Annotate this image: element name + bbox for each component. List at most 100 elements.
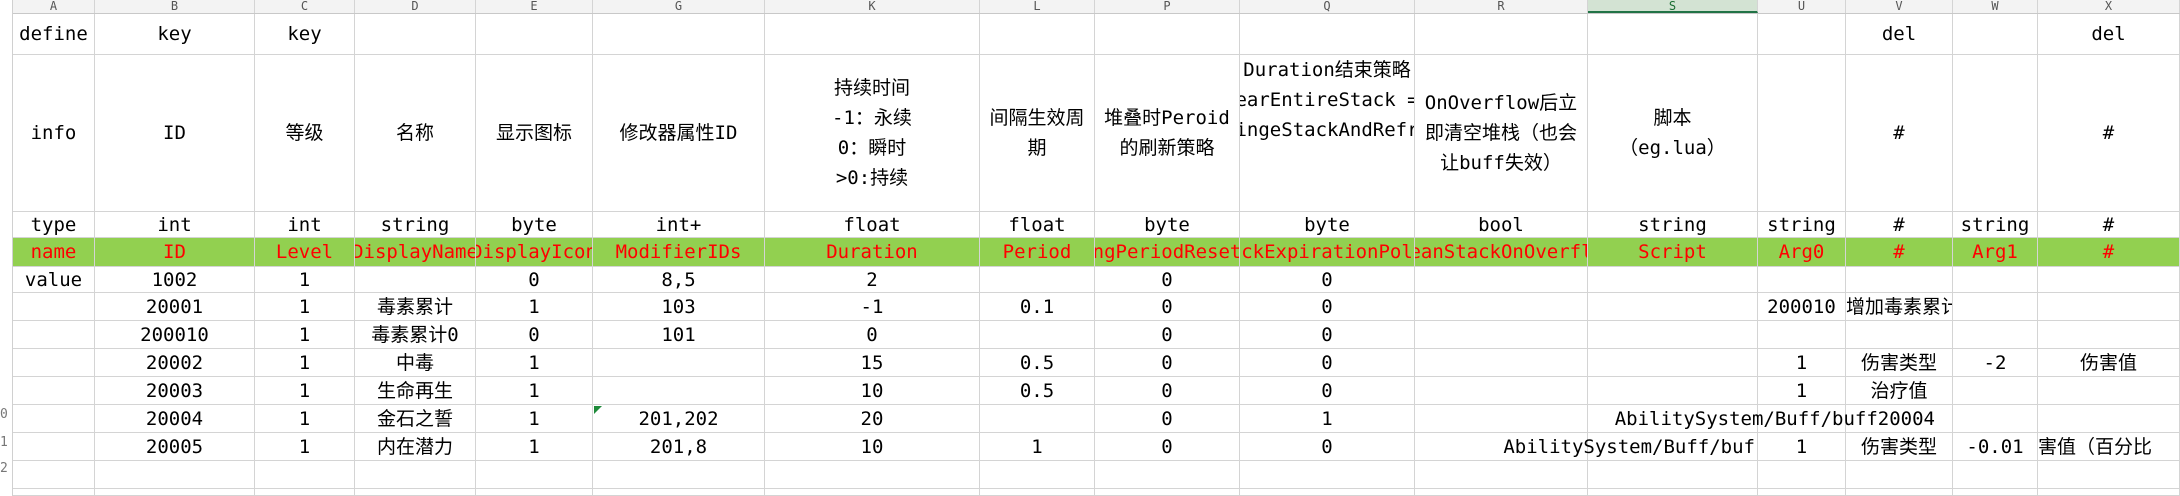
cell-v-data-0[interactable] <box>1846 267 1953 293</box>
cell-q-r2[interactable]: Duration结束策略 ClearEntireStack = 0 Remove… <box>1240 55 1415 212</box>
cell-s-data-0[interactable] <box>1588 267 1758 293</box>
cell-a-r2[interactable]: info <box>13 55 95 212</box>
cell-d-data-5[interactable]: 金石之誓 <box>355 405 476 433</box>
cell-a-r3[interactable]: type <box>13 212 95 238</box>
cell-g-r1[interactable] <box>593 14 765 55</box>
cell-a-data-3[interactable] <box>13 349 95 377</box>
column-header-p[interactable]: P <box>1095 0 1240 13</box>
cell-g-data-4[interactable] <box>593 377 765 405</box>
empty-cell[interactable] <box>476 489 593 496</box>
cell-g-data-1[interactable]: 103 <box>593 293 765 321</box>
cell-q-r4[interactable]: ckExpirationPol <box>1240 238 1415 267</box>
cell-w-data-2[interactable] <box>1953 321 2038 349</box>
cell-x-data-6[interactable]: 害值（百分比 <box>2038 433 2180 461</box>
cell-r-data-4[interactable] <box>1415 377 1588 405</box>
empty-cell[interactable] <box>1846 489 1953 496</box>
cell-g-r2[interactable]: 修改器属性ID <box>593 55 765 212</box>
empty-cell[interactable] <box>255 489 355 496</box>
cell-p-r3[interactable]: byte <box>1095 212 1240 238</box>
cell-p-data-5[interactable]: 0 <box>1095 405 1240 433</box>
cell-d-data-0[interactable] <box>355 267 476 293</box>
cell-b-data-5[interactable]: 20004 <box>95 405 255 433</box>
empty-cell[interactable] <box>1095 461 1240 489</box>
cell-x-data-5[interactable] <box>2038 405 2180 433</box>
cell-e-data-4[interactable]: 1 <box>476 377 593 405</box>
empty-cell[interactable] <box>593 461 765 489</box>
empty-cell[interactable] <box>1588 489 1758 496</box>
column-header-u[interactable]: U <box>1758 0 1846 13</box>
cell-b-data-1[interactable]: 20001 <box>95 293 255 321</box>
empty-cell[interactable] <box>980 461 1095 489</box>
column-header-r[interactable]: R <box>1415 0 1588 13</box>
row-number[interactable]: 2 <box>0 462 13 475</box>
cell-v-data-3[interactable]: 伤害类型 <box>1846 349 1953 377</box>
cell-e-data-0[interactable]: 0 <box>476 267 593 293</box>
cell-x-data-3[interactable]: 伤害值 <box>2038 349 2180 377</box>
cell-b-r3[interactable]: int <box>95 212 255 238</box>
cell-k-r2[interactable]: 持续时间 -1：永续 0：瞬时 >0:持续 <box>765 55 980 212</box>
cell-v-data-6[interactable]: 伤害类型 <box>1846 433 1953 461</box>
cell-b-data-0[interactable]: 1002 <box>95 267 255 293</box>
cell-r-data-5[interactable] <box>1415 405 1588 433</box>
column-header-k[interactable]: K <box>765 0 980 13</box>
cell-p-data-3[interactable]: 0 <box>1095 349 1240 377</box>
cell-w-r4[interactable]: Arg1 <box>1953 238 2038 267</box>
column-header-x[interactable]: X <box>2038 0 2180 13</box>
cell-s-data-5[interactable]: AbilitySystem/Buff/buff20004 <box>1588 405 1935 433</box>
empty-cell[interactable] <box>1846 461 1953 489</box>
cell-w-r3[interactable]: string <box>1953 212 2038 238</box>
empty-cell[interactable] <box>1095 489 1240 496</box>
cell-e-r4[interactable]: DisplayIcon <box>476 238 593 267</box>
cell-k-r3[interactable]: float <box>765 212 980 238</box>
column-header-bar[interactable]: ABCDEGKLPQRSUVWX <box>13 0 2180 14</box>
cell-g-data-0[interactable]: 8,5 <box>593 267 765 293</box>
cell-p-r4[interactable]: ngPeriodReset <box>1095 238 1240 267</box>
empty-cell[interactable] <box>1415 461 1588 489</box>
cell-s-data-4[interactable] <box>1588 377 1758 405</box>
cell-p-data-0[interactable]: 0 <box>1095 267 1240 293</box>
cell-r-data-0[interactable] <box>1415 267 1588 293</box>
cell-w-data-0[interactable] <box>1953 267 2038 293</box>
cell-x-data-0[interactable] <box>2038 267 2180 293</box>
cell-s-r1[interactable] <box>1588 14 1758 55</box>
cell-c-data-5[interactable]: 1 <box>255 405 355 433</box>
column-header-w[interactable]: W <box>1953 0 2038 13</box>
cell-d-data-1[interactable]: 毒素累计 <box>355 293 476 321</box>
cell-u-r3[interactable]: string <box>1758 212 1846 238</box>
column-header-b[interactable]: B <box>95 0 255 13</box>
cell-q-r3[interactable]: byte <box>1240 212 1415 238</box>
column-header-d[interactable]: D <box>355 0 476 13</box>
cell-d-data-3[interactable]: 中毒 <box>355 349 476 377</box>
cell-q-data-3[interactable]: 0 <box>1240 349 1415 377</box>
cell-b-data-2[interactable]: 200010 <box>95 321 255 349</box>
column-header-s[interactable]: S <box>1588 0 1758 13</box>
cell-e-r2[interactable]: 显示图标 <box>476 55 593 212</box>
empty-cell[interactable] <box>355 461 476 489</box>
cell-l-data-2[interactable] <box>980 321 1095 349</box>
cell-a-data-1[interactable] <box>13 293 95 321</box>
column-header-e[interactable]: E <box>476 0 593 13</box>
cell-x-r3[interactable]: # <box>2038 212 2180 238</box>
cell-l-data-0[interactable] <box>980 267 1095 293</box>
cell-r-r4[interactable]: eanStackOnOverfl <box>1415 238 1588 267</box>
cell-a-data-2[interactable] <box>13 321 95 349</box>
empty-cell[interactable] <box>2038 461 2180 489</box>
cell-v-data-1[interactable]: 增加毒素累计buff <box>1846 293 1953 321</box>
cell-r-r1[interactable] <box>1415 14 1588 55</box>
cell-b-data-4[interactable]: 20003 <box>95 377 255 405</box>
cell-p-r1[interactable] <box>1095 14 1240 55</box>
cell-s-data-3[interactable] <box>1588 349 1758 377</box>
column-header-g[interactable]: G <box>593 0 765 13</box>
cell-u-data-1[interactable]: 200010 <box>1758 293 1846 321</box>
cell-w-data-1[interactable] <box>1953 293 2038 321</box>
empty-cell[interactable] <box>95 461 255 489</box>
cell-l-r4[interactable]: Period <box>980 238 1095 267</box>
cell-q-data-0[interactable]: 0 <box>1240 267 1415 293</box>
cell-k-r1[interactable] <box>765 14 980 55</box>
cell-d-data-2[interactable]: 毒素累计0 <box>355 321 476 349</box>
cell-l-data-3[interactable]: 0.5 <box>980 349 1095 377</box>
cell-p-data-6[interactable]: 0 <box>1095 433 1240 461</box>
cell-k-data-5[interactable]: 20 <box>765 405 980 433</box>
cell-d-r4[interactable]: DisplayName <box>355 238 476 267</box>
cell-g-data-5[interactable]: 201,202 <box>593 405 765 433</box>
